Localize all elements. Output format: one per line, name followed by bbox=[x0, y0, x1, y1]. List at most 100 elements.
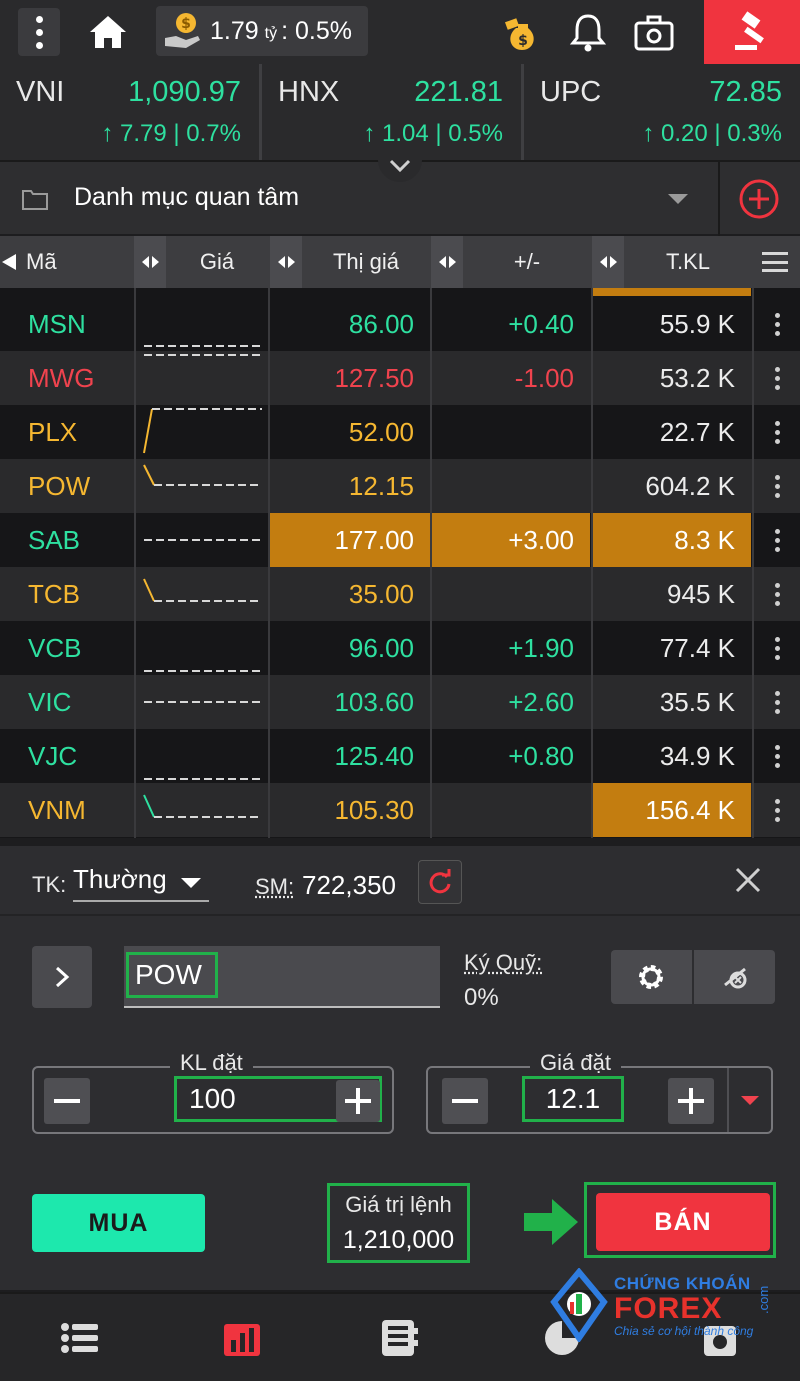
money-bag-icon[interactable]: $ bbox=[500, 10, 544, 54]
index-upc[interactable]: UPC 72.85 ↑ 0.20 | 0.3% bbox=[524, 64, 800, 160]
header-volume[interactable]: T.KL bbox=[624, 236, 752, 288]
table-row[interactable]: POW 12.15 604.2 K bbox=[0, 459, 800, 513]
price-increase-button[interactable] bbox=[668, 1078, 714, 1124]
table-row[interactable]: VCB 96.00 +1.90 77.4 K bbox=[0, 621, 800, 675]
header-change[interactable]: +/- bbox=[463, 236, 591, 288]
row-more-icon[interactable] bbox=[754, 783, 800, 837]
quantity-fieldset: KL đặt 100 bbox=[32, 1050, 394, 1134]
column-swap-arrows-icon[interactable] bbox=[270, 236, 302, 288]
price-cell: 12.15 bbox=[348, 471, 414, 501]
symbol-cell: POW bbox=[28, 471, 91, 501]
bell-icon[interactable] bbox=[566, 10, 610, 54]
buy-button[interactable]: MUA bbox=[32, 1194, 205, 1252]
header-price[interactable]: Giá bbox=[166, 236, 268, 288]
change-cell bbox=[432, 783, 590, 837]
symbol-cell: VIC bbox=[28, 687, 72, 717]
index-change: ↑ 1.04 | 0.5% bbox=[363, 120, 503, 147]
sparkline bbox=[144, 354, 262, 356]
change-cell: -1.00 bbox=[514, 363, 574, 393]
price-cell: 103.60 bbox=[334, 687, 414, 717]
home-icon[interactable] bbox=[86, 10, 130, 54]
auction-button[interactable] bbox=[704, 0, 800, 64]
gear-icon[interactable] bbox=[635, 961, 667, 993]
table-row[interactable]: PLX 52.00 22.7 K bbox=[0, 405, 800, 459]
balance-value: 1.79 bbox=[210, 16, 259, 45]
change-cell bbox=[432, 459, 590, 513]
table-row[interactable]: MWG 127.50 -1.00 53.2 K bbox=[0, 351, 800, 405]
row-more-icon[interactable] bbox=[754, 405, 800, 459]
list-icon[interactable] bbox=[60, 1318, 100, 1358]
quantity-label: KL đặt bbox=[170, 1050, 253, 1076]
index-value: 72.85 bbox=[709, 76, 782, 108]
symbol-cell: MSN bbox=[28, 309, 86, 339]
table-row[interactable]: VNM 105.30 156.4 K bbox=[0, 783, 800, 837]
price-decrease-button[interactable] bbox=[442, 1078, 488, 1124]
table-row[interactable]: VIC 103.60 +2.60 35.5 K bbox=[0, 675, 800, 729]
row-more-icon[interactable] bbox=[754, 459, 800, 513]
row-more-icon[interactable] bbox=[754, 513, 800, 567]
row-more-icon[interactable] bbox=[754, 675, 800, 729]
volume-cell: 22.7 K bbox=[659, 417, 735, 447]
header-market-price[interactable]: Thị giá bbox=[302, 236, 430, 288]
row-more-icon[interactable] bbox=[754, 297, 800, 351]
row-more-icon[interactable] bbox=[754, 351, 800, 405]
volume-cell: 34.9 K bbox=[659, 741, 735, 771]
price-cell: 96.00 bbox=[348, 633, 414, 663]
watermark-suffix: .com bbox=[756, 1285, 771, 1314]
sparkline bbox=[144, 701, 262, 703]
index-value: 1,090.97 bbox=[128, 76, 241, 108]
balance-widget[interactable]: $ 1.79 tỷ : 0.5% bbox=[156, 6, 368, 56]
symbol-input[interactable]: POW bbox=[124, 946, 440, 1008]
index-value: 221.81 bbox=[414, 76, 503, 108]
chevron-down-icon[interactable] bbox=[668, 194, 688, 204]
sparkline bbox=[143, 578, 262, 602]
chevron-down-icon bbox=[389, 159, 411, 173]
order-value: 1,210,000 bbox=[342, 1226, 455, 1254]
volume-cell: 77.4 K bbox=[659, 633, 735, 663]
index-hnx[interactable]: HNX 221.81 ↑ 1.04 | 0.5% bbox=[262, 64, 524, 160]
column-swap-arrows-icon[interactable] bbox=[592, 236, 624, 288]
column-swap-arrows-icon[interactable] bbox=[134, 236, 166, 288]
scroll-left-icon[interactable] bbox=[0, 252, 16, 272]
row-more-icon[interactable] bbox=[754, 567, 800, 621]
quantity-decrease-button[interactable] bbox=[44, 1078, 90, 1124]
price-input[interactable]: 12.1 bbox=[522, 1076, 624, 1122]
volume-cell: 53.2 K bbox=[659, 363, 735, 393]
symbol-cell: VCB bbox=[28, 633, 82, 663]
folder-icon bbox=[22, 190, 48, 210]
sparkline bbox=[144, 539, 262, 541]
sell-button[interactable]: BÁN bbox=[596, 1193, 770, 1251]
symbol-cell: VNM bbox=[28, 795, 86, 825]
column-settings-icon[interactable] bbox=[762, 252, 788, 272]
watermark-title: CHỨNG KHOÁN bbox=[614, 1274, 751, 1293]
watermark-tagline: Chia sẻ cơ hội thành công bbox=[614, 1324, 754, 1338]
table-row[interactable]: SAB 177.00 +3.00 8.3 K bbox=[0, 513, 800, 567]
column-swap-arrows-icon[interactable] bbox=[431, 236, 463, 288]
more-menu-button[interactable] bbox=[18, 8, 60, 56]
symbol-cell: PLX bbox=[28, 417, 78, 447]
table-row[interactable]: MSN 86.00 +0.40 55.9 K bbox=[0, 297, 800, 351]
bar-chart-icon[interactable] bbox=[222, 1318, 262, 1358]
quantity-increase-button[interactable] bbox=[336, 1080, 380, 1122]
price-type-dropdown[interactable] bbox=[727, 1068, 771, 1132]
expand-button[interactable] bbox=[32, 946, 92, 1008]
table-row[interactable]: TCB 35.00 945 K bbox=[0, 567, 800, 621]
portfolio-icon[interactable] bbox=[632, 10, 676, 54]
row-more-icon[interactable] bbox=[754, 621, 800, 675]
table-row[interactable]: VJC 125.40 +0.80 34.9 K bbox=[0, 729, 800, 783]
header-symbol[interactable]: Mã bbox=[26, 236, 86, 288]
column-divider bbox=[134, 288, 136, 838]
price-cell: 177.00 bbox=[270, 513, 430, 567]
index-vni[interactable]: VNI 1,090.97 ↑ 7.79 | 0.7% bbox=[0, 64, 262, 160]
top-bar: $ 1.79 tỷ : 0.5% $ bbox=[0, 0, 800, 64]
refresh-button[interactable] bbox=[418, 860, 462, 904]
chevron-down-icon bbox=[741, 1095, 759, 1105]
svg-text:$: $ bbox=[518, 33, 528, 49]
add-watchlist-icon[interactable] bbox=[738, 178, 780, 220]
calculator-tool-icon[interactable] bbox=[719, 961, 751, 993]
sparkline bbox=[144, 778, 262, 780]
account-select[interactable]: Thường bbox=[73, 864, 209, 902]
order-book-icon[interactable] bbox=[380, 1318, 420, 1358]
row-more-icon[interactable] bbox=[754, 729, 800, 783]
close-icon[interactable] bbox=[734, 866, 762, 894]
